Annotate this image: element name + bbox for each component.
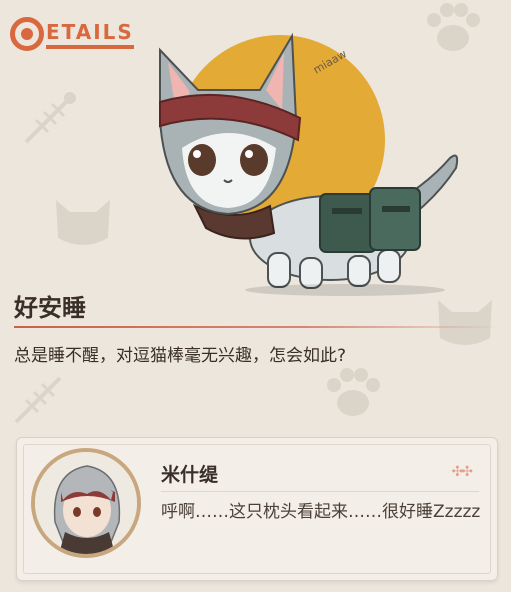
cat-illustration: miaaw: [159, 32, 459, 296]
portrait-illustration: [35, 452, 137, 554]
dialogue-card: 米什缇 ✣✣ 呼啊……这只枕头看起来……很好睡Zzzzz: [16, 437, 498, 581]
details-logo: ETAILS: [10, 14, 134, 54]
speaker-name: 米什缇: [161, 464, 219, 486]
sparkle-icon: ✣✣: [451, 464, 474, 480]
fish-bone-icon: [24, 92, 76, 144]
dialogue-text: 呼啊……这只枕头看起来……很好睡Zzzzz: [161, 502, 481, 522]
paw-print-icon: [327, 368, 380, 416]
fish-bone-icon: [14, 376, 62, 424]
avatar: [31, 448, 141, 558]
title-divider: [14, 326, 501, 328]
item-name: 好安睡: [14, 294, 86, 322]
speaker-divider: [161, 491, 479, 492]
logo-d-icon: [10, 17, 44, 51]
item-description: 总是睡不醒，对逗猫棒毫无兴趣，怎会如此?: [14, 346, 347, 366]
speaker-portrait: [35, 452, 137, 554]
cat-head-icon: [56, 200, 110, 245]
cat-head-icon: [438, 300, 492, 345]
